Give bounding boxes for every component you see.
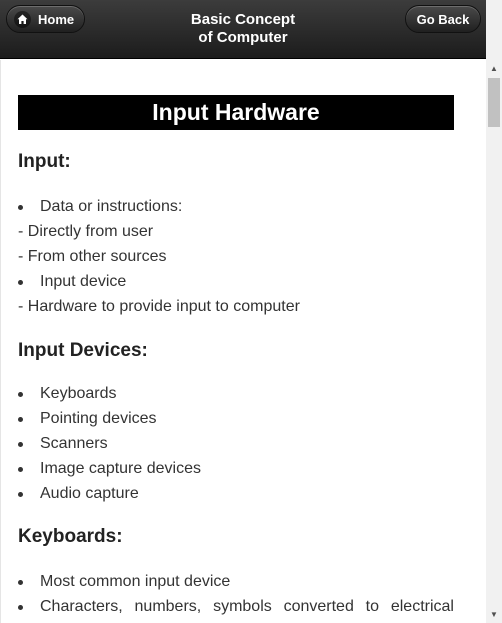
word: numbers, [134,598,202,615]
list-item-text: Input device [18,269,126,294]
arrow-down-icon[interactable]: ▼ [486,606,502,623]
section-heading: Keyboards: [18,526,123,547]
page-title: Basic Concept of Computer [140,11,346,47]
scrollbar-thumb[interactable] [488,78,500,127]
list-item-text: Image capture devices [18,456,201,481]
word: converted [283,598,354,615]
title-line-2: of Computer [198,29,288,46]
list-item-text: Data or instructions: [18,194,182,219]
arrow-up-icon[interactable]: ▲ [486,60,502,77]
home-button-label: Home [38,12,75,27]
home-button[interactable]: Home [6,5,85,33]
list-item-text: Characters, numbers, symbols converted t… [18,594,454,619]
word: to [365,598,380,615]
home-icon [14,11,31,28]
list-item-text: Keyboards [18,381,117,406]
vertical-scrollbar[interactable]: ▲ ▼ [486,0,502,623]
word: electrical [390,598,454,615]
list-item: - Directly from user [18,223,154,240]
section-heading: Input: [18,151,71,172]
list-item-text: Audio capture [18,481,139,506]
list-item: - Hardware to provide input to computer [18,298,300,315]
section-heading: Input Devices: [18,340,148,361]
list-item-text: Pointing devices [18,406,157,431]
go-back-button[interactable]: Go Back [405,5,481,33]
list-item-text: Scanners [18,431,108,456]
header-bar: Home Basic Concept of Computer Go Back [0,0,486,59]
list-item: - From other sources [18,248,167,265]
content-area: Input Hardware Input: Data or instructio… [0,60,486,623]
list-item-text: Most common input device [18,569,230,594]
word: symbols [213,598,272,615]
title-line-1: Basic Concept [190,11,296,28]
word: Characters, [40,598,123,615]
section-banner: Input Hardware [18,95,454,130]
